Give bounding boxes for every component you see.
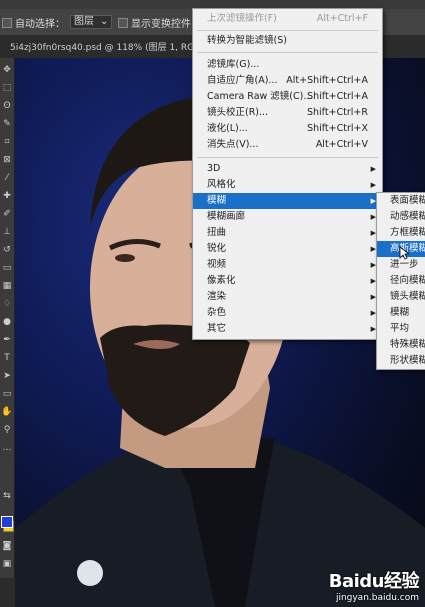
submenu-item-radial-blur[interactable]: 径向模糊	[377, 273, 425, 289]
menu-item-pixelate[interactable]: 像素化 ▶	[193, 273, 382, 289]
auto-select-group[interactable]: 自动选择：	[2, 15, 65, 30]
zoom-tool-icon[interactable]: ⚲	[1, 424, 13, 436]
submenu-item-blur[interactable]: 模糊	[377, 305, 425, 321]
menu-item-other[interactable]: 其它 ▶	[193, 321, 382, 337]
menu-item-convert-smart-filter[interactable]: 转换为智能滤镜(S)	[193, 33, 382, 49]
blur-submenu: 表面模糊 动感模糊 方框模糊 高斯模糊 进一步 径向模糊 镜头模糊 模糊 平均 …	[376, 192, 425, 370]
submenu-item-average[interactable]: 平均	[377, 321, 425, 337]
menu-item-liquify[interactable]: 液化(L)... Shift+Ctrl+X	[193, 121, 382, 137]
menu-item-3d[interactable]: 3D ▶	[193, 161, 382, 177]
submenu-item-motion-blur[interactable]: 动感模糊	[377, 209, 425, 225]
menu-item-last-filter: 上次滤镜操作(F) Alt+Ctrl+F	[207, 13, 368, 24]
crop-tool-icon[interactable]: ⌗	[1, 136, 13, 148]
menu-item-adaptive-wide-angle[interactable]: 自适应广角(A)... Alt+Shift+Ctrl+A	[193, 73, 382, 89]
menu-item-video[interactable]: 视频 ▶	[193, 257, 382, 273]
watermark-url: jingyan.baidu.com	[335, 593, 419, 603]
submenu-item-lens-blur[interactable]: 镜头模糊	[377, 289, 425, 305]
brush-tool-icon[interactable]: ✐	[1, 208, 13, 220]
gradient-tool-icon[interactable]: ▦	[1, 280, 13, 292]
menu-item-sharpen[interactable]: 锐化 ▶	[193, 241, 382, 257]
menu-item-noise[interactable]: 杂色 ▶	[193, 305, 382, 321]
foreground-color-swatch[interactable]	[1, 516, 13, 528]
submenu-arrow-icon: ▶	[370, 181, 376, 189]
swap-colors-icon[interactable]: ⇆	[1, 490, 13, 502]
pen-tool-icon[interactable]: ✒	[1, 334, 13, 346]
move-tool-icon[interactable]: ✥	[1, 64, 13, 76]
show-transform-group[interactable]: 显示变换控件	[118, 15, 191, 30]
watermark-logo: Baidu经验	[328, 571, 420, 592]
history-brush-icon[interactable]: ↺	[1, 244, 13, 256]
menu-item-distort[interactable]: 扭曲 ▶	[193, 225, 382, 241]
marquee-tool-icon[interactable]: ⬚	[1, 82, 13, 94]
mouse-cursor-icon	[399, 246, 409, 260]
quick-mask-icon[interactable]: ◙	[1, 540, 13, 552]
blur-tool-icon[interactable]: ♢	[1, 298, 13, 310]
menu-item-blur-gallery[interactable]: 模糊画廊 ▶	[193, 209, 382, 225]
shape-tool-icon[interactable]: ▭	[1, 388, 13, 400]
chevron-down-icon: ⌄	[100, 16, 109, 27]
submenu-arrow-icon: ▶	[370, 165, 376, 173]
filter-menu: 上次滤镜操作(F) Alt+Ctrl+F 转换为智能滤镜(S) 滤镜库(G)..…	[192, 8, 383, 340]
path-select-icon[interactable]: ➤	[1, 370, 13, 382]
submenu-item-shape-blur[interactable]: 形状模糊	[377, 353, 425, 369]
more-tools-icon[interactable]: …	[1, 442, 13, 454]
menu-separator	[197, 52, 378, 53]
quick-select-tool-icon[interactable]: ✎	[1, 118, 13, 130]
menu-item-blur[interactable]: 模糊 ▶	[193, 193, 382, 209]
eraser-tool-icon[interactable]: ▭	[1, 262, 13, 274]
frame-tool-icon[interactable]: ⊠	[1, 154, 13, 166]
healing-tool-icon[interactable]: ✚	[1, 190, 13, 202]
show-transform-label: 显示变换控件	[131, 19, 191, 30]
auto-select-value: 图层	[74, 16, 94, 27]
submenu-item-smart-blur[interactable]: 特殊模糊	[377, 337, 425, 353]
submenu-item-box-blur[interactable]: 方框模糊	[377, 225, 425, 241]
menu-separator	[197, 157, 378, 158]
eyedropper-tool-icon[interactable]: ⁄	[1, 172, 13, 184]
menu-item-camera-raw[interactable]: Camera Raw 滤镜(C)... Shift+Ctrl+A	[193, 89, 382, 105]
menu-separator	[197, 30, 378, 31]
show-transform-checkbox[interactable]	[118, 17, 128, 28]
document-tab[interactable]: 5i4zj30fn0rsq40.psd @ 118% (图层 1, RGB/	[10, 40, 203, 53]
tools-panel: ✥ ⬚ ʘ ✎ ⌗ ⊠ ⁄ ✚ ✐ ⊥ ↺ ▭ ▦ ♢ ● ✒ T ➤ ▭ ✋ …	[0, 58, 15, 578]
dodge-tool-icon[interactable]: ●	[1, 316, 13, 328]
stamp-tool-icon[interactable]: ⊥	[1, 226, 13, 238]
type-tool-icon[interactable]: T	[1, 352, 13, 364]
menu-item-filter-gallery[interactable]: 滤镜库(G)...	[193, 57, 382, 73]
auto-select-dropdown[interactable]: 图层 ⌄	[70, 15, 113, 29]
auto-select-label: 自动选择：	[15, 19, 65, 30]
menu-item-lens-correction[interactable]: 镜头校正(R)... Shift+Ctrl+R	[193, 105, 382, 121]
screen-mode-icon[interactable]: ▣	[1, 558, 13, 570]
hand-tool-icon[interactable]: ✋	[1, 406, 13, 418]
watermark: Baidu经验 jingyan.baidu.com	[328, 567, 420, 603]
menu-item-render[interactable]: 渲染 ▶	[193, 289, 382, 305]
menu-item-vanishing-point[interactable]: 消失点(V)... Alt+Ctrl+V	[193, 137, 382, 153]
auto-select-checkbox[interactable]	[2, 17, 12, 28]
lasso-tool-icon[interactable]: ʘ	[1, 100, 13, 112]
submenu-item-surface-blur[interactable]: 表面模糊	[377, 193, 425, 209]
menu-item-stylize[interactable]: 风格化 ▶	[193, 177, 382, 193]
